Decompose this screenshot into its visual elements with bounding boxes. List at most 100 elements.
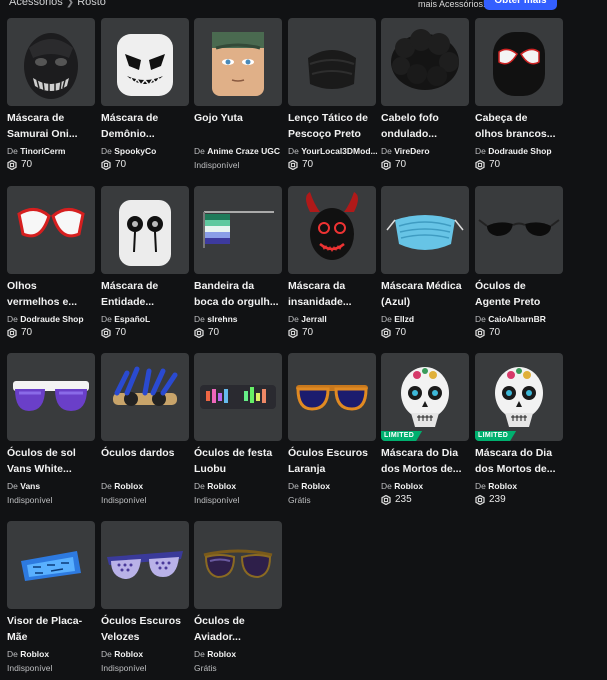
item-thumbnail[interactable] [194, 353, 282, 441]
item-thumbnail[interactable] [7, 353, 95, 441]
robux-icon [101, 159, 111, 170]
item-thumbnail[interactable] [381, 18, 469, 106]
item-thumbnail[interactable]: LIMITED [475, 353, 563, 441]
creator-name: Dodraude Shop [20, 314, 84, 324]
item-creator[interactable]: De Jerrall [288, 314, 378, 324]
item-creator[interactable]: De Roblox [101, 481, 191, 491]
item-name[interactable]: Óculos dardos [101, 445, 191, 477]
item-thumbnail[interactable] [475, 18, 563, 106]
item-creator[interactable]: De TinoriCerm [7, 146, 97, 156]
by-label: De [101, 649, 112, 659]
item-name-line-2: vermelhos e... [7, 296, 78, 308]
item-name-line-1: Visor de Placa- [7, 615, 83, 627]
item-thumbnail[interactable] [7, 186, 95, 274]
item-creator[interactable]: De Roblox [7, 649, 97, 659]
item-name-line-1: Óculos de festa [194, 447, 273, 459]
item-creator[interactable]: De Ellzd [381, 314, 471, 324]
creator-name: CaioAlbarnBR [488, 314, 546, 324]
item-name[interactable]: Óculos Escuros Velozes [101, 613, 191, 645]
item-thumbnail[interactable] [101, 186, 189, 274]
item-thumbnail[interactable] [101, 521, 189, 609]
by-label: De [475, 314, 486, 324]
item-creator[interactable]: De slrehns [194, 314, 284, 324]
item-name[interactable]: Cabeça de olhos brancos... [475, 110, 565, 142]
limited-badge: LIMITED [381, 431, 422, 441]
item-name-line-1: Máscara do Dia [381, 447, 459, 459]
price-value: 70 [489, 159, 501, 170]
item-name-line-1: Lenço Tático de [288, 112, 368, 124]
item-thumbnail[interactable] [194, 186, 282, 274]
item-thumbnail[interactable] [288, 18, 376, 106]
creator-name: Dodraude Shop [488, 146, 552, 156]
item-creator[interactable]: De Roblox [194, 481, 284, 491]
item-status: Indisponível [101, 663, 147, 673]
item-name[interactable]: Visor de Placa- Mãe [7, 613, 97, 645]
item-thumbnail[interactable] [194, 18, 282, 106]
item-thumbnail[interactable]: LIMITED [381, 353, 469, 441]
item-thumbnail[interactable] [101, 353, 189, 441]
by-label: De [288, 314, 299, 324]
item-creator[interactable]: De Roblox [194, 649, 284, 659]
item-creator[interactable]: De Dodraude Shop [7, 314, 97, 324]
item-creator[interactable]: De YourLocal3DMod... [288, 146, 378, 156]
item-name-line-1: Bandeira da [194, 280, 255, 292]
item-creator[interactable]: De EspañoL [101, 314, 191, 324]
item-thumbnail[interactable] [101, 18, 189, 106]
item-name[interactable]: Olhos vermelhos e... [7, 278, 97, 310]
item-name[interactable]: Óculos Escuros Laranja [288, 445, 378, 477]
item-name[interactable]: Gojo Yuta [194, 110, 284, 142]
item-price: 70 [381, 159, 406, 170]
item-name[interactable]: Cabelo fofo ondulado... [381, 110, 471, 142]
item-name-line-2: Agente Preto [475, 296, 541, 308]
item-name[interactable]: Máscara de Entidade... [101, 278, 191, 310]
item-name[interactable]: Lenço Tático de Pescoço Preto [288, 110, 378, 142]
breadcrumb-accessories[interactable]: Acessórios [9, 0, 63, 8]
creator-name: Roblox [114, 649, 144, 659]
item-thumbnail[interactable] [288, 186, 376, 274]
item-name[interactable]: Óculos de Aviador... [194, 613, 284, 645]
item-thumbnail[interactable] [288, 353, 376, 441]
item-name[interactable]: Óculos de sol Vans White... [7, 445, 97, 477]
item-thumbnail[interactable] [475, 186, 563, 274]
item-thumbnail[interactable] [194, 521, 282, 609]
item-name-line-1: Óculos de [475, 280, 526, 292]
item-creator[interactable]: De Roblox [475, 481, 565, 491]
item-creator[interactable]: De Dodraude Shop [475, 146, 565, 156]
robux-icon [475, 327, 485, 338]
item-name[interactable]: Óculos de festa Luobu [194, 445, 284, 477]
item-creator[interactable]: De VireDero [381, 146, 471, 156]
item-name[interactable]: Máscara de Samurai Oni... [7, 110, 97, 142]
item-name[interactable]: Máscara do Dia dos Mortos de... [475, 445, 565, 477]
item-name[interactable]: Máscara de Demônio... [101, 110, 191, 142]
breadcrumb-face[interactable]: Rosto [77, 0, 106, 8]
item-name-line-2: dos Mortos de... [475, 463, 556, 475]
item-creator[interactable]: De SpookyCo [101, 146, 191, 156]
item-thumbnail[interactable] [381, 186, 469, 274]
item-creator[interactable]: De Roblox [288, 481, 378, 491]
item-name[interactable]: Máscara da insanidade... [288, 278, 378, 310]
item-creator[interactable]: De CaioAlbarnBR [475, 314, 565, 324]
pride-flag-mouth-icon [203, 211, 274, 248]
item-thumbnail[interactable] [7, 18, 95, 106]
creator-name: TinoriCerm [20, 146, 66, 156]
item-name[interactable]: Bandeira da boca do orgulh... [194, 278, 284, 310]
get-more-button[interactable]: Obter mais [484, 0, 557, 10]
by-label: De [101, 481, 112, 491]
item-name[interactable]: Máscara do Dia dos Mortos de... [381, 445, 471, 477]
price-value: 70 [115, 159, 127, 170]
item-creator[interactable]: De Roblox [381, 481, 471, 491]
item-name[interactable]: Óculos de Agente Preto [475, 278, 565, 310]
item-creator[interactable]: De Vans [7, 481, 97, 491]
item-thumbnail[interactable] [7, 521, 95, 609]
by-label: De [7, 314, 18, 324]
item-creator[interactable]: De Anime Craze UGC [194, 146, 284, 156]
creator-name: Roblox [207, 481, 237, 491]
item-creator[interactable]: De Roblox [101, 649, 191, 659]
black-oni-mask-icon [24, 33, 78, 99]
item-status: Grátis [288, 495, 311, 505]
more-accessories-note: mais Acessórios! [418, 0, 486, 9]
limited-badge: LIMITED [475, 431, 516, 441]
item-name[interactable]: Máscara Médica (Azul) [381, 278, 471, 310]
item-status: Indisponível [7, 495, 53, 505]
creator-name: Jerrall [301, 314, 327, 324]
